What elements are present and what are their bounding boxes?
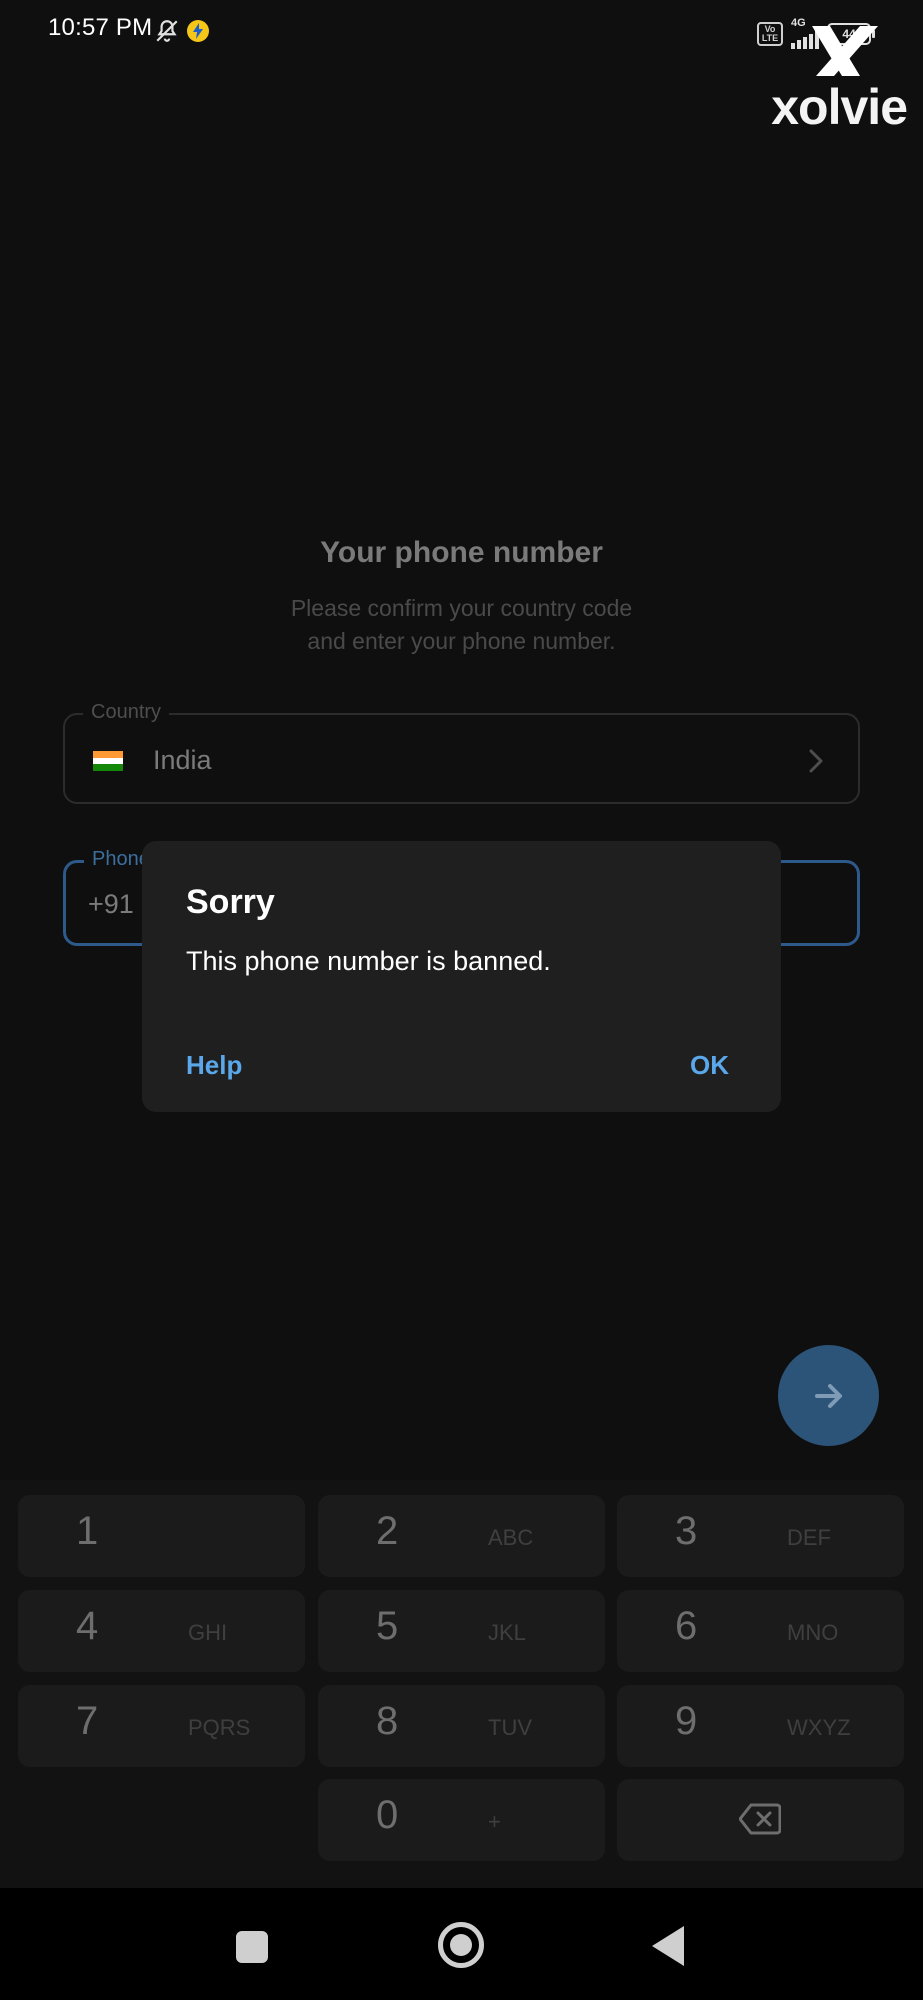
page-title: Your phone number — [320, 536, 603, 569]
dialog-message: This phone number is banned. — [186, 946, 551, 976]
key-8[interactable]: 8 TUV — [318, 1685, 605, 1767]
ok-button[interactable]: OK — [690, 1050, 729, 1081]
subtitle-line-2: and enter your phone number. — [307, 628, 616, 654]
key-4[interactable]: 4 GHI — [18, 1590, 305, 1672]
key-digit: 8 — [376, 1699, 399, 1743]
next-button[interactable] — [778, 1345, 879, 1446]
page-subtitle: Please confirm your country code and ent… — [0, 592, 923, 658]
lightning-app-icon — [187, 20, 209, 42]
banned-dialog: Sorry This phone number is banned. Help … — [142, 841, 781, 1112]
home-icon[interactable] — [438, 1922, 484, 1968]
key-letters: TUV — [488, 1715, 532, 1740]
key-9[interactable]: 9 WXYZ — [617, 1685, 904, 1767]
recent-apps-icon[interactable] — [236, 1931, 268, 1963]
country-value: India — [153, 745, 212, 775]
backspace-key[interactable] — [617, 1779, 904, 1861]
key-digit: 2 — [376, 1509, 399, 1553]
key-0[interactable]: 0 + — [318, 1779, 605, 1861]
key-digit: 9 — [675, 1699, 698, 1743]
key-letters: DEF — [787, 1525, 831, 1550]
country-field-label: Country — [83, 701, 170, 724]
key-letters: ABC — [488, 1525, 534, 1550]
key-digit: 4 — [76, 1604, 99, 1648]
key-2[interactable]: 2 ABC — [318, 1495, 605, 1577]
key-digit: 6 — [675, 1604, 698, 1648]
numeric-keypad: 1 2 ABC 3 DEF 4 GHI 5 JKL 6 MNO 7 PQRS 8… — [0, 1480, 923, 1888]
key-digit: 0 — [376, 1793, 399, 1837]
key-digit: 5 — [376, 1604, 399, 1648]
key-6[interactable]: 6 MNO — [617, 1590, 904, 1672]
key-letters: WXYZ — [787, 1715, 851, 1740]
key-5[interactable]: 5 JKL — [318, 1590, 605, 1672]
india-flag-icon — [93, 751, 123, 771]
key-letters: + — [488, 1809, 501, 1834]
status-time: 10:57 PM — [48, 14, 153, 41]
chevron-right-icon — [809, 749, 823, 773]
subtitle-line-1: Please confirm your country code — [290, 595, 633, 621]
key-digit: 3 — [675, 1509, 698, 1553]
bell-off-icon — [156, 20, 178, 42]
key-letters: MNO — [787, 1620, 839, 1645]
key-letters: GHI — [188, 1620, 228, 1645]
status-left-icons — [154, 18, 210, 44]
key-digit: 7 — [76, 1699, 99, 1743]
back-icon[interactable] — [652, 1926, 684, 1966]
key-letters: JKL — [488, 1620, 526, 1645]
backspace-icon — [739, 1803, 781, 1835]
country-field[interactable]: Country India — [63, 701, 860, 804]
phone-country-code: +91 — [88, 889, 134, 919]
dialog-title: Sorry — [186, 883, 275, 921]
key-7[interactable]: 7 PQRS — [18, 1685, 305, 1767]
key-digit: 1 — [76, 1509, 99, 1553]
key-1[interactable]: 1 — [18, 1495, 305, 1577]
system-nav-bar — [0, 1888, 923, 2000]
key-letters: PQRS — [188, 1715, 251, 1740]
help-button[interactable]: Help — [186, 1050, 242, 1081]
arrow-right-icon — [814, 1383, 842, 1408]
watermark-text: xolvie — [771, 79, 908, 135]
key-3[interactable]: 3 DEF — [617, 1495, 904, 1577]
